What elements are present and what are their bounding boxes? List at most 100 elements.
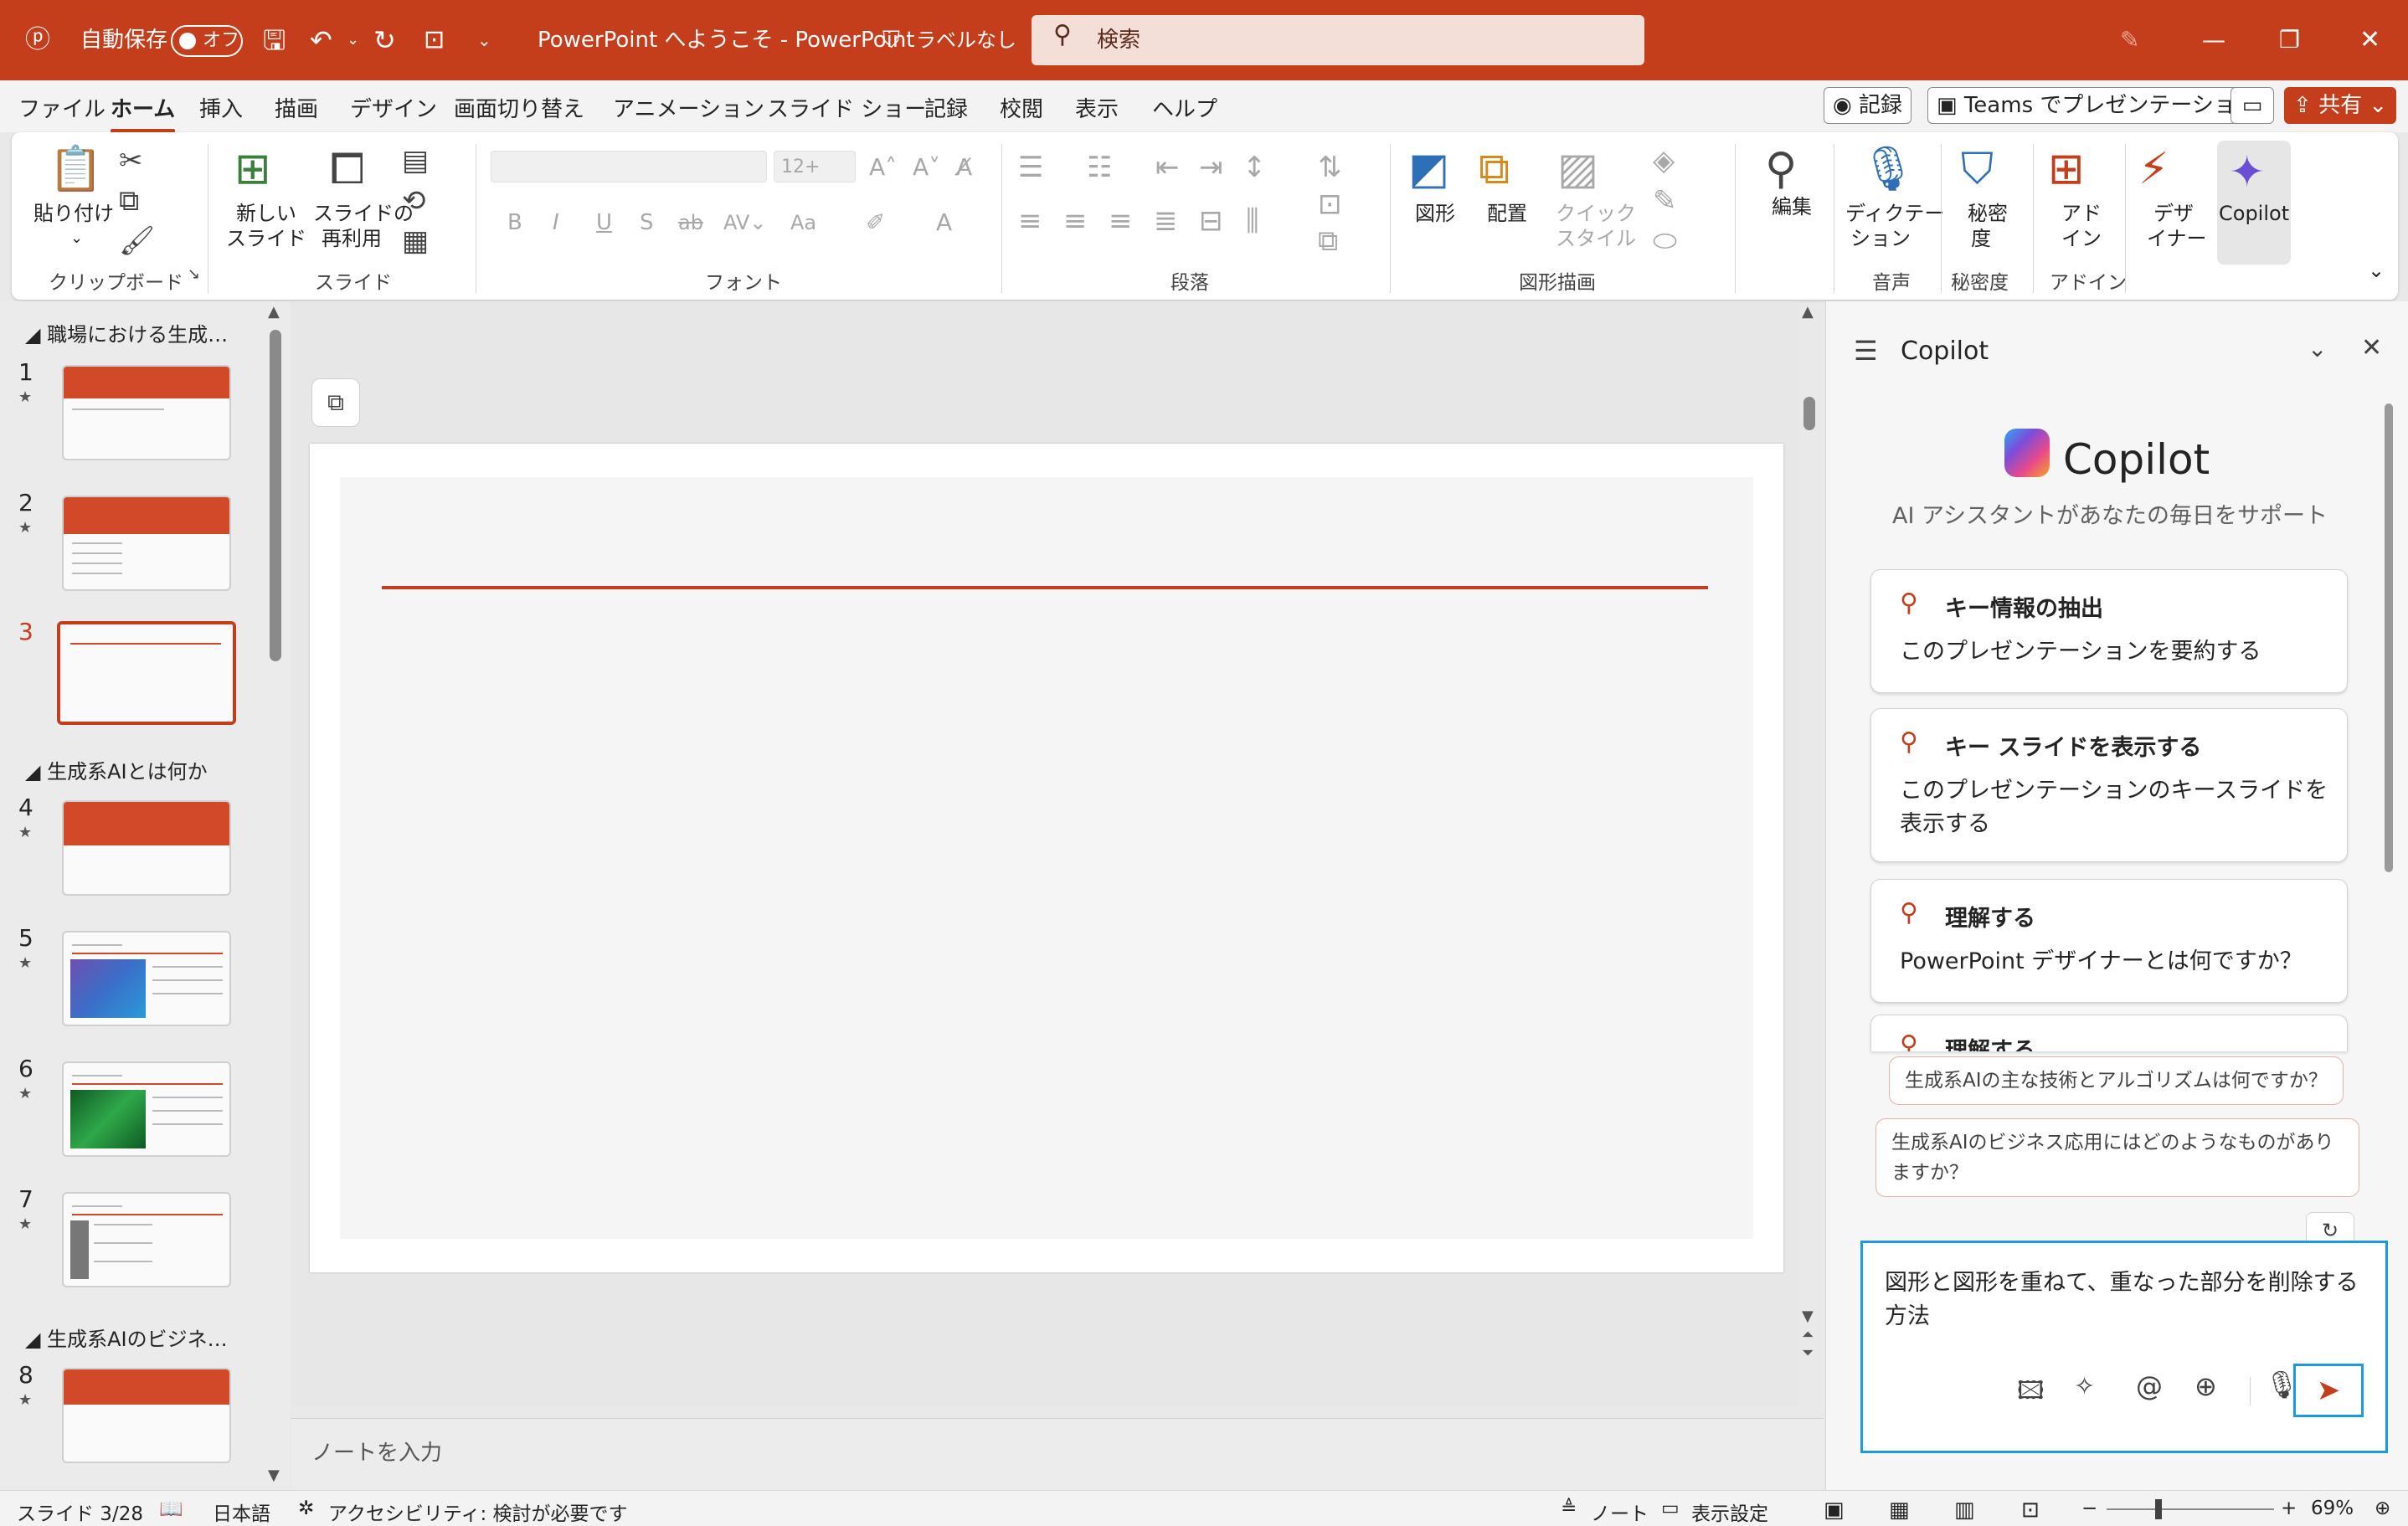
reuse-slides-label-1[interactable]: スライドの (313, 201, 414, 226)
sensitivity-label[interactable]: ラベルなし (916, 0, 1016, 80)
dialog-launcher-icon[interactable]: ↘ (188, 266, 200, 283)
menu-home[interactable]: ホーム (111, 92, 176, 133)
slide-thumbnail[interactable] (62, 931, 231, 1026)
collapse-pane-icon[interactable]: ⌄ (2308, 335, 2327, 362)
shape-outline-icon[interactable]: ✎ (1653, 184, 1677, 218)
present-icon[interactable]: ⊡ (424, 0, 445, 80)
slide-thumbnail[interactable] (62, 1192, 231, 1287)
zoom-slider-thumb[interactable] (2155, 1499, 2162, 1519)
zoom-level[interactable]: 69% (2311, 1498, 2354, 1519)
shape-fill-icon[interactable]: ◈ (1653, 144, 1675, 177)
designer-icon[interactable]: ⚡ (2138, 144, 2169, 194)
shadow-button[interactable]: S (640, 206, 654, 239)
new-slide-label-2[interactable]: スライド (226, 226, 306, 251)
decrease-indent-icon[interactable]: ⇤ (1155, 151, 1180, 184)
align-center-icon[interactable]: ≡ (1063, 204, 1088, 238)
suggestion-chip[interactable]: 生成系AIの主な技術とアルゴリズムは何ですか？ (1889, 1056, 2344, 1105)
font-size-dropdown[interactable]: 12+ (774, 151, 856, 182)
paste-icon[interactable]: 📋 (49, 144, 103, 194)
designer-label-1[interactable]: デザ (2153, 201, 2194, 226)
change-case-button[interactable]: Aa (790, 206, 816, 239)
section-header[interactable]: ◢ 職場における生成… (25, 318, 228, 347)
decrease-font-icon[interactable]: A˅ (913, 151, 940, 184)
italic-button[interactable]: I (553, 206, 559, 239)
align-right-icon[interactable]: ≡ (1109, 204, 1133, 238)
cut-icon[interactable]: ✂ (119, 144, 143, 177)
quick-styles-label-1[interactable]: クイック (1556, 201, 1636, 226)
spelling-icon[interactable]: 📖 (159, 1498, 183, 1520)
dictate-label-2[interactable]: ション (1850, 226, 1911, 251)
highlight-icon[interactable]: ✐ (866, 206, 885, 239)
format-painter-icon[interactable]: 🖌 (119, 224, 155, 258)
suggestion-chip[interactable]: 生成系AIのビジネス応用にはどのようなものがありますか？ (1875, 1118, 2359, 1197)
columns-icon[interactable]: ⫼ (1246, 204, 1259, 238)
layout-icon[interactable]: ▤ (402, 144, 429, 177)
char-spacing-icon[interactable]: AV⌄ (723, 206, 766, 239)
slide-thumbnail[interactable] (62, 1061, 231, 1157)
reuse-slides-label-2[interactable]: 再利用 (322, 226, 382, 251)
scroll-up-icon[interactable]: ▲ (268, 303, 280, 321)
slide-thumbnail-selected[interactable] (57, 621, 236, 725)
pen-icon[interactable]: ✎ (2120, 0, 2139, 80)
menu-design[interactable]: デザイン (350, 92, 437, 123)
sensitivity-label-2[interactable]: 度 (1971, 226, 1991, 251)
fit-to-window-icon[interactable]: ⊕ (2375, 1498, 2390, 1519)
copilot-slide-button[interactable]: ⧉ (311, 378, 360, 427)
zoom-out-button[interactable]: − (2081, 1498, 2097, 1519)
distributed-icon[interactable]: ⊟ (1199, 204, 1223, 238)
mention-icon[interactable]: @ (2136, 1370, 2163, 1402)
editor-scroll-up-icon[interactable]: ▲ (1802, 303, 1814, 321)
increase-indent-icon[interactable]: ⇥ (1199, 151, 1223, 184)
new-slide-label-1[interactable]: 新しい (236, 201, 296, 226)
smartart-icon[interactable]: ⧉ (1318, 224, 1338, 258)
quick-styles-icon[interactable]: ▨ (1557, 144, 1598, 194)
prompt-card[interactable]: ⚲ キー情報の抽出 このプレゼンテーションを要約する (1870, 569, 2348, 693)
customize-toolbar-icon[interactable]: ⌄ (477, 0, 491, 80)
prompt-card-partial[interactable]: ⚲ 理解する (1870, 1015, 2348, 1051)
arrange-label[interactable]: 配置 (1487, 201, 1527, 226)
display-settings-button[interactable]: 表示設定 (1691, 1498, 1768, 1526)
undo-dropdown-icon[interactable]: ⌄ (347, 0, 359, 80)
addins-label-1[interactable]: アド (2061, 201, 2102, 226)
microphone-icon[interactable]: 🎙 (1860, 144, 1916, 194)
globe-icon[interactable]: ⊕ (2194, 1370, 2217, 1402)
dictate-label-1[interactable]: ディクテー (1845, 201, 1944, 226)
editor-scroll-down-icon[interactable]: ▼ ⏶ ⏷ (1802, 1308, 1814, 1363)
line-spacing-icon[interactable]: ↕ (1243, 151, 1267, 184)
sensitivity-icon[interactable]: ⛉ (1961, 144, 1994, 194)
addins-icon[interactable]: ⊞ (2048, 144, 2085, 194)
close-window-icon[interactable]: ✕ (2359, 0, 2380, 80)
minimize-icon[interactable]: — (2202, 0, 2225, 80)
thumbnail-scrollbar[interactable] (270, 330, 281, 661)
notes-button[interactable]: ノート (1591, 1498, 1649, 1526)
slide-canvas[interactable] (310, 444, 1783, 1272)
record-button[interactable]: ◉ 記録 (1824, 87, 1911, 124)
paste-dropdown-icon[interactable]: ⌄ (70, 226, 83, 251)
ribbon-collapse-icon[interactable]: ⌄ (2368, 258, 2385, 283)
slide-thumbnail[interactable] (62, 496, 231, 591)
send-button[interactable]: ➤ (2293, 1364, 2364, 1417)
numbering-icon[interactable]: ☷ (1087, 151, 1112, 184)
redo-icon[interactable]: ↻ (373, 0, 396, 80)
align-text-icon[interactable]: ⊡ (1318, 188, 1342, 221)
slideshow-view-icon[interactable]: ⊡ (2021, 1498, 2040, 1523)
arrange-icon[interactable]: ⧉ (1479, 144, 1510, 194)
restore-icon[interactable]: ❐ (2279, 0, 2300, 80)
prompt-card[interactable]: ⚲ キー スライドを表示する このプレゼンテーションのキースライドを表示する (1870, 708, 2348, 862)
text-direction-icon[interactable]: ⇅ (1318, 151, 1342, 184)
slide-sorter-icon[interactable]: ▦ (1889, 1498, 1910, 1523)
autosave-toggle[interactable]: オフ (171, 25, 243, 57)
new-slide-icon[interactable]: ⊞ (234, 144, 271, 194)
shape-effects-icon[interactable]: ⬭ (1653, 224, 1677, 258)
find-icon[interactable]: ⚲ (1765, 144, 1797, 194)
font-name-dropdown[interactable] (491, 151, 767, 182)
slide-thumbnail[interactable] (62, 1368, 231, 1463)
font-color-icon[interactable]: A (936, 206, 952, 239)
copilot-icon[interactable]: ✦ (2229, 147, 2266, 198)
menu-animations[interactable]: アニメーション (613, 92, 764, 123)
reuse-slides-icon[interactable]: ⧠ (330, 144, 365, 194)
shapes-icon[interactable]: ◩ (1408, 144, 1449, 194)
image-attach-icon[interactable]: 🖾 (2017, 1372, 2045, 1415)
editor-scrollbar[interactable] (1803, 397, 1815, 430)
bullets-icon[interactable]: ☰ (1018, 151, 1043, 184)
